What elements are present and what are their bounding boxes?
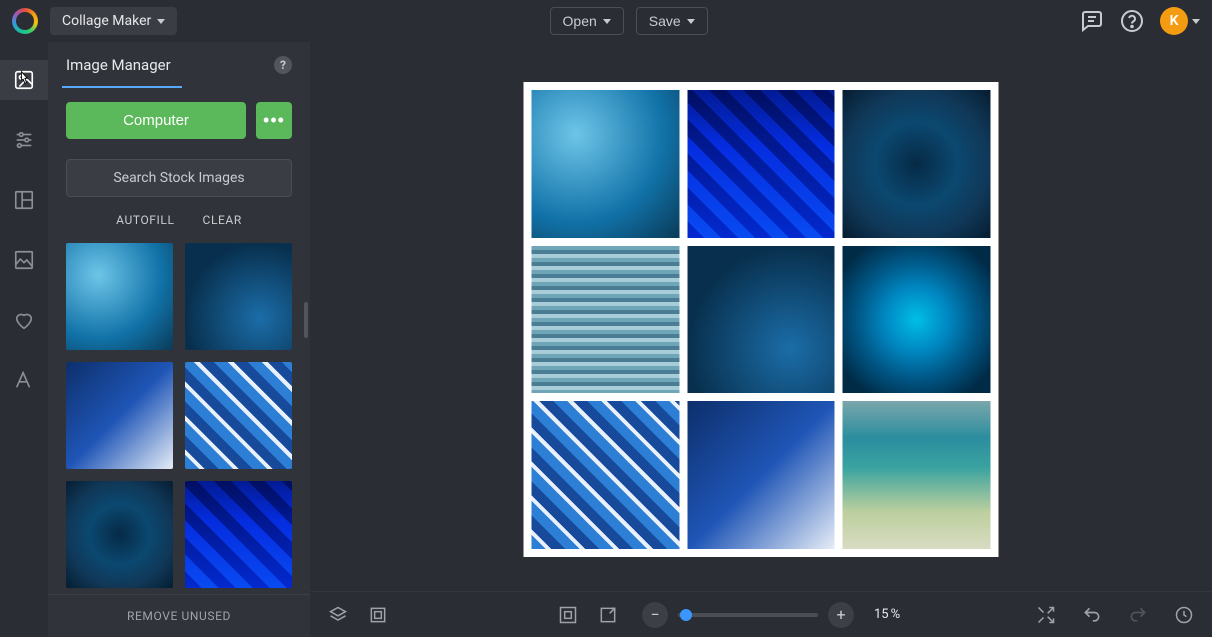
chevron-down-icon	[157, 19, 165, 24]
upload-more-button[interactable]: •••	[256, 102, 292, 139]
chevron-down-icon	[1192, 19, 1200, 24]
thumbnail[interactable]	[66, 243, 173, 350]
collage-cell[interactable]	[843, 246, 991, 394]
redo-icon	[1124, 601, 1152, 629]
thumbnail-grid	[48, 237, 310, 594]
collage-cell[interactable]	[843, 90, 991, 238]
chevron-down-icon	[687, 19, 695, 24]
undo-icon[interactable]	[1078, 601, 1106, 629]
collage-cell[interactable]	[687, 246, 835, 394]
fit-screen-icon[interactable]	[554, 601, 582, 629]
collage-cell[interactable]	[532, 246, 680, 394]
comments-icon[interactable]	[1080, 9, 1104, 33]
thumbnail[interactable]	[185, 243, 292, 350]
zoom-slider[interactable]	[678, 613, 818, 617]
history-icon[interactable]	[1170, 601, 1198, 629]
actual-size-icon[interactable]	[594, 601, 622, 629]
chevron-down-icon	[603, 19, 611, 24]
save-button[interactable]: Save	[636, 7, 708, 35]
zoom-slider-knob[interactable]	[680, 609, 692, 621]
app-mode-label: Collage Maker	[62, 13, 151, 29]
thumbnail[interactable]	[66, 481, 173, 588]
thumbnail[interactable]	[66, 362, 173, 469]
canvas-area[interactable]	[310, 42, 1212, 637]
thumbnail[interactable]	[185, 481, 292, 588]
shuffle-icon[interactable]	[1032, 601, 1060, 629]
clear-button[interactable]: CLEAR	[203, 213, 242, 227]
avatar: K	[1160, 7, 1188, 35]
bottom-toolbar: − + 15%	[310, 591, 1212, 637]
rail-background[interactable]	[0, 240, 48, 280]
panel-help-icon[interactable]: ?	[274, 56, 292, 74]
remove-unused-button[interactable]: REMOVE UNUSED	[48, 594, 310, 637]
thumbnail[interactable]	[185, 362, 292, 469]
image-manager-panel: Image Manager ? Computer ••• Search Stoc…	[48, 42, 310, 637]
tool-rail	[0, 42, 48, 637]
collage-cell[interactable]	[687, 401, 835, 549]
app-logo[interactable]	[12, 8, 38, 34]
open-label: Open	[563, 13, 597, 29]
layers-icon[interactable]	[324, 601, 352, 629]
upload-computer-button[interactable]: Computer	[66, 102, 246, 139]
panel-title: Image Manager	[66, 56, 171, 74]
rail-settings[interactable]	[0, 120, 48, 160]
panel-scrollbar[interactable]	[304, 302, 308, 338]
rail-layouts[interactable]	[0, 180, 48, 220]
rail-image-manager[interactable]	[0, 60, 48, 100]
zoom-value: 15%	[874, 607, 900, 622]
rail-favorites[interactable]	[0, 300, 48, 340]
autofill-button[interactable]: AUTOFILL	[116, 213, 174, 227]
collage-cell[interactable]	[843, 401, 991, 549]
app-mode-dropdown[interactable]: Collage Maker	[50, 7, 177, 35]
collage-cell[interactable]	[532, 401, 680, 549]
help-icon[interactable]	[1120, 9, 1144, 33]
top-bar: Collage Maker Open Save K	[0, 0, 1212, 42]
align-icon[interactable]	[364, 601, 392, 629]
zoom-out-button[interactable]: −	[642, 602, 668, 628]
collage-cell[interactable]	[532, 90, 680, 238]
zoom-in-button[interactable]: +	[828, 602, 854, 628]
rail-text[interactable]	[0, 360, 48, 400]
collage-cell[interactable]	[687, 90, 835, 238]
open-button[interactable]: Open	[550, 7, 624, 35]
account-menu[interactable]: K	[1160, 7, 1200, 35]
save-label: Save	[649, 13, 681, 29]
search-stock-button[interactable]: Search Stock Images	[66, 159, 292, 197]
collage-grid[interactable]	[524, 82, 999, 557]
